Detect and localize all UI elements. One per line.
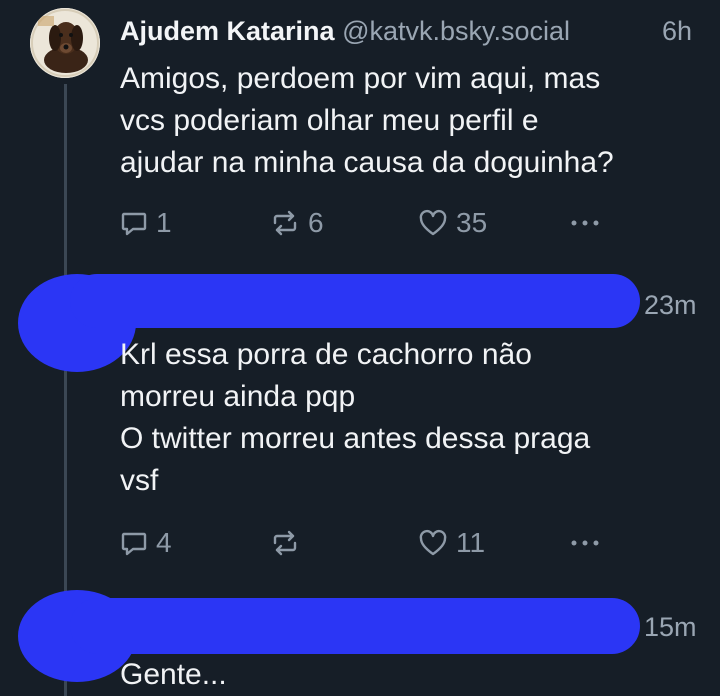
more-options-icon xyxy=(571,220,599,226)
like-button[interactable]: 35 xyxy=(418,205,487,241)
reply-button[interactable]: 4 xyxy=(120,525,172,561)
reply-button[interactable]: 1 xyxy=(120,205,172,241)
post-text: Amigos, perdoem por vim aqui, mas vcs po… xyxy=(120,58,700,184)
post-time[interactable]: 15m xyxy=(644,610,697,644)
repost-icon xyxy=(273,530,297,556)
post-actions: 4 11 xyxy=(120,525,620,561)
post-text: Gente... xyxy=(120,654,700,696)
post-text-line: O twitter morreu antes dessa praga xyxy=(120,422,591,455)
post-text-line: ajudar na minha causa da doguinha? xyxy=(120,146,614,179)
repost-button[interactable]: 6 xyxy=(270,205,324,241)
more-options-button[interactable] xyxy=(568,205,602,241)
like-button[interactable]: 11 xyxy=(418,525,485,561)
reply-count: 4 xyxy=(156,527,172,558)
author-handle[interactable]: @katvk.bsky.social xyxy=(342,16,570,46)
redacted-author xyxy=(70,598,640,654)
repost-button[interactable] xyxy=(270,525,308,561)
author-name[interactable]: Ajudem Katarina xyxy=(120,16,335,46)
like-count: 35 xyxy=(456,207,488,238)
reply-count: 1 xyxy=(156,207,172,238)
post-text-line: vcs poderiam olhar meu perfil e xyxy=(120,104,539,137)
reply-icon xyxy=(121,532,147,556)
post-text-line: morreu ainda pqp xyxy=(120,380,356,413)
avatar[interactable] xyxy=(30,8,100,78)
more-options-icon xyxy=(571,540,599,546)
post-1[interactable]: Ajudem Katarina @katvk.bsky.social 6h Am… xyxy=(0,0,720,250)
post-header: Ajudem Katarina @katvk.bsky.social xyxy=(120,14,570,48)
heart-icon xyxy=(419,209,447,236)
like-count: 11 xyxy=(456,527,486,558)
heart-icon xyxy=(419,529,447,556)
dog-photo-avatar-icon xyxy=(30,8,100,78)
repost-count: 6 xyxy=(308,207,324,238)
redacted-author xyxy=(70,274,640,328)
reply-icon xyxy=(121,212,147,236)
post-text-line: Krl essa porra de cachorro não xyxy=(120,338,532,371)
post-3[interactable]: 15m Gente... xyxy=(0,584,720,696)
post-time[interactable]: 6h xyxy=(662,14,692,48)
post-text-line: vsf xyxy=(120,464,159,497)
post-actions: 1 6 35 xyxy=(120,205,620,241)
post-text-line: Gente... xyxy=(120,658,227,691)
post-2[interactable]: 23m Krl essa porra de cachorro não morre… xyxy=(0,262,720,572)
post-text: Krl essa porra de cachorro não morreu ai… xyxy=(120,334,700,502)
more-options-button[interactable] xyxy=(568,525,602,561)
post-time[interactable]: 23m xyxy=(644,288,697,322)
repost-icon xyxy=(273,210,297,236)
post-text-line: Amigos, perdoem por vim aqui, mas xyxy=(120,62,601,95)
